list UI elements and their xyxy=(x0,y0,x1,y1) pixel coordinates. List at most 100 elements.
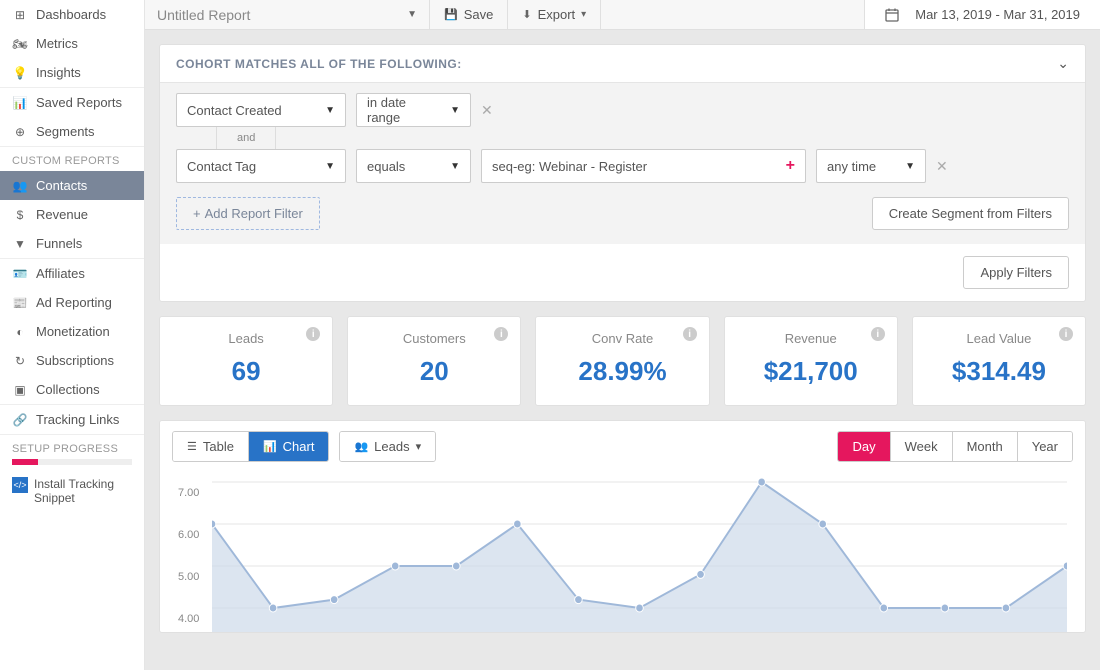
data-point[interactable] xyxy=(575,596,583,604)
y-axis-tick: 5.00 xyxy=(178,556,199,598)
save-button[interactable]: 💾 Save xyxy=(430,0,508,29)
table-icon: ☰ xyxy=(187,440,197,453)
sidebar-item-label: Segments xyxy=(36,124,132,139)
filter-when-select[interactable]: any time▼ xyxy=(816,149,926,183)
data-point[interactable] xyxy=(1002,604,1010,612)
sidebar-item-label: Revenue xyxy=(36,207,132,222)
sidebar-item-label: Dashboards xyxy=(36,7,132,22)
metric-card-conv-rate: iConv Rate28.99% xyxy=(535,316,709,406)
metric-card-customers: iCustomers20 xyxy=(347,316,521,406)
collections-icon: ▣ xyxy=(12,383,28,397)
apply-filters-button[interactable]: Apply Filters xyxy=(963,256,1069,289)
setup-item-tracking-snippet[interactable]: </> Install Tracking Snippet xyxy=(0,473,144,509)
ad-reporting-icon: 📰 xyxy=(12,296,28,310)
metrics-row: iLeads69iCustomers20iConv Rate28.99%iRev… xyxy=(159,316,1086,406)
chart-view-button[interactable]: 📊Chart xyxy=(248,432,329,461)
cohort-title: COHORT MATCHES ALL OF THE FOLLOWING: xyxy=(176,57,462,71)
filter-field-select[interactable]: Contact Tag▼ xyxy=(176,149,346,183)
filter-value-input[interactable]: seq-eg: Webinar - Register + xyxy=(481,149,806,183)
filter-operator-select[interactable]: in date range▼ xyxy=(356,93,471,127)
date-range-picker[interactable]: Mar 13, 2019 - Mar 31, 2019 xyxy=(864,0,1100,29)
plus-icon: + xyxy=(193,206,201,221)
sidebar-item-monetization[interactable]: ◐Monetization xyxy=(0,317,144,346)
info-icon[interactable]: i xyxy=(683,327,697,341)
sidebar-item-funnels[interactable]: ▼ Funnels xyxy=(0,229,144,258)
collapse-toggle[interactable]: ⌄ xyxy=(1057,55,1069,72)
contacts-icon: 👥 xyxy=(12,179,28,193)
sidebar-item-contacts[interactable]: 👥Contacts xyxy=(0,171,144,200)
affiliates-icon: 🪪 xyxy=(12,267,28,281)
filter-row-1: Contact Created▼ in date range▼ ✕ xyxy=(176,93,1069,127)
sidebar-item-dashboards[interactable]: ⊞Dashboards xyxy=(0,0,144,29)
create-segment-button[interactable]: Create Segment from Filters xyxy=(872,197,1069,230)
topbar: Untitled Report ▼ 💾 Save ⬇ Export ▾ Mar … xyxy=(145,0,1100,30)
metric-value: 28.99% xyxy=(536,356,708,387)
sidebar-item-saved-reports[interactable]: 📊Saved Reports xyxy=(0,88,144,117)
data-point[interactable] xyxy=(1063,562,1067,570)
caret-down-icon: ▾ xyxy=(416,440,422,453)
sidebar-item-label: Collections xyxy=(36,382,132,397)
data-point[interactable] xyxy=(269,604,277,612)
monetization-icon: ◐ xyxy=(12,325,28,339)
filter-operator-select[interactable]: equals▼ xyxy=(356,149,471,183)
filter-field-select[interactable]: Contact Created▼ xyxy=(176,93,346,127)
data-point[interactable] xyxy=(636,604,644,612)
caret-down-icon: ▼ xyxy=(407,9,417,20)
data-point[interactable] xyxy=(941,604,949,612)
sidebar-item-collections[interactable]: ▣ Collections xyxy=(0,375,144,404)
sidebar-item-revenue[interactable]: $Revenue xyxy=(0,200,144,229)
metric-dropdown[interactable]: 👥 Leads ▾ xyxy=(339,431,436,462)
sidebar-item-insights[interactable]: 💡Insights xyxy=(0,58,144,87)
data-point[interactable] xyxy=(452,562,460,570)
table-view-button[interactable]: ☰Table xyxy=(173,432,248,461)
data-point[interactable] xyxy=(212,520,216,528)
sidebar-item-label: Affiliates xyxy=(36,266,132,281)
y-axis-tick: 7.00 xyxy=(178,472,199,514)
add-report-filter-button[interactable]: + Add Report Filter xyxy=(176,197,320,230)
segments-icon: ⊕ xyxy=(12,125,28,139)
users-icon: 👥 xyxy=(354,440,368,453)
metric-card-leads: iLeads69 xyxy=(159,316,333,406)
chart-area: 7.006.005.004.00 xyxy=(160,472,1085,632)
save-icon: 💾 xyxy=(444,8,458,21)
sidebar-item-label: Metrics xyxy=(36,36,132,51)
data-point[interactable] xyxy=(330,596,338,604)
period-month-button[interactable]: Month xyxy=(952,432,1017,461)
filter-row-2: Contact Tag▼ equals▼ seq-eg: Webinar - R… xyxy=(176,149,1069,183)
export-button[interactable]: ⬇ Export ▾ xyxy=(508,0,601,29)
data-point[interactable] xyxy=(880,604,888,612)
sidebar-item-metrics[interactable]: 🏍 Metrics xyxy=(0,29,144,58)
sidebar-item-subscriptions[interactable]: ↻Subscriptions xyxy=(0,346,144,375)
data-point[interactable] xyxy=(697,570,705,578)
funnels-icon: ▼ xyxy=(12,237,28,251)
sidebar-item-segments[interactable]: ⊕ Segments xyxy=(0,117,144,146)
info-icon[interactable]: i xyxy=(871,327,885,341)
sidebar-item-affiliates[interactable]: 🪪 Affiliates xyxy=(0,259,144,288)
sidebar-item-ad-reporting[interactable]: 📰Ad Reporting xyxy=(0,288,144,317)
metrics-icon: 🏍 xyxy=(12,37,28,51)
period-day-button[interactable]: Day xyxy=(838,432,889,461)
caret-down-icon: ▾ xyxy=(581,9,586,20)
and-separator: and xyxy=(216,127,276,149)
metric-value: 69 xyxy=(160,356,332,387)
subscriptions-icon: ↻ xyxy=(12,354,28,368)
report-title-input[interactable]: Untitled Report ▼ xyxy=(145,0,430,29)
data-point[interactable] xyxy=(758,478,766,486)
add-value-icon[interactable]: + xyxy=(786,157,795,175)
sidebar-item-label: Funnels xyxy=(36,236,132,251)
metric-card-revenue: iRevenue$21,700 xyxy=(724,316,898,406)
remove-filter-button[interactable]: ✕ xyxy=(936,158,948,175)
chart-panel: ☰Table📊Chart 👥 Leads ▾ DayWeekMonthYear … xyxy=(159,420,1086,633)
data-point[interactable] xyxy=(391,562,399,570)
period-year-button[interactable]: Year xyxy=(1017,432,1072,461)
sidebar-item-label: Insights xyxy=(36,65,132,80)
data-point[interactable] xyxy=(819,520,827,528)
info-icon[interactable]: i xyxy=(1059,327,1073,341)
chart-line xyxy=(212,482,1067,608)
saved-reports-icon: 📊 xyxy=(12,96,28,110)
sidebar-item-tracking-links[interactable]: 🔗Tracking Links xyxy=(0,405,144,434)
period-week-button[interactable]: Week xyxy=(890,432,952,461)
remove-filter-button[interactable]: ✕ xyxy=(481,102,493,119)
code-icon: </> xyxy=(12,477,28,493)
data-point[interactable] xyxy=(514,520,522,528)
